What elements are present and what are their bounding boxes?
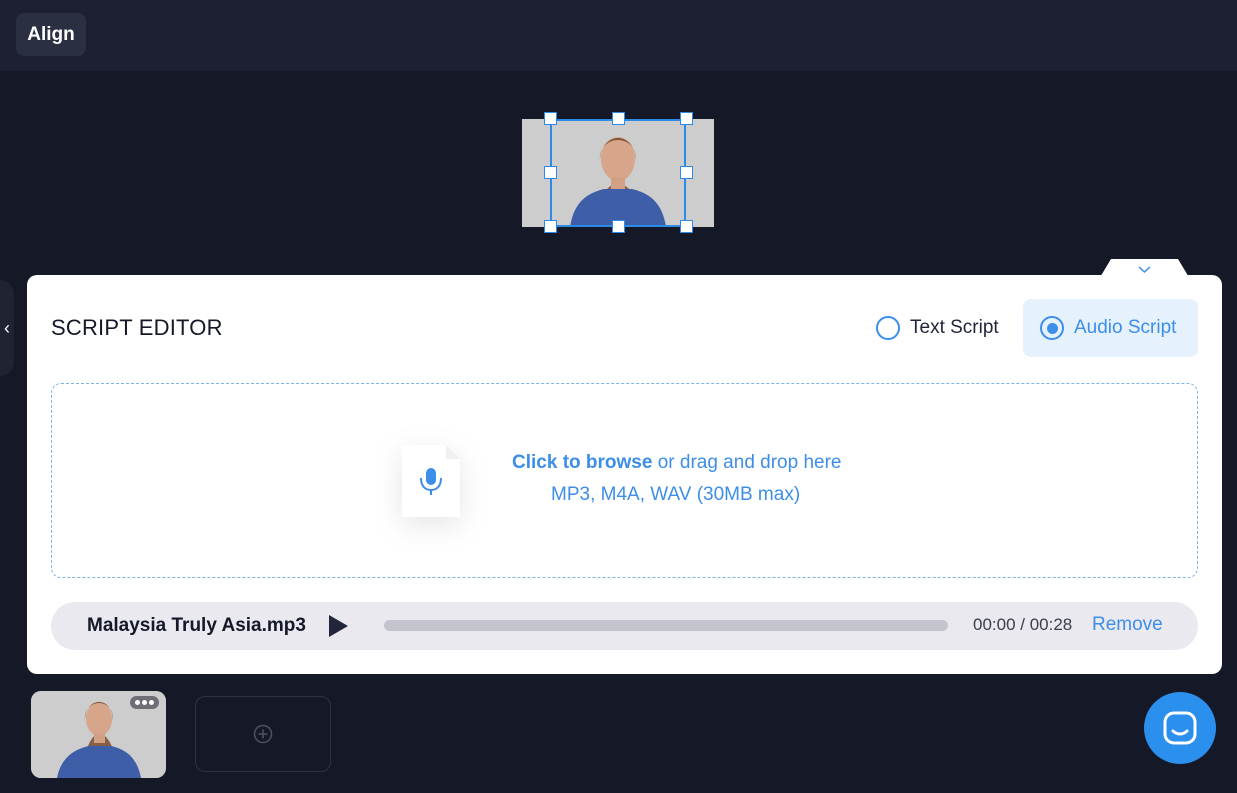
resize-handle-bottom[interactable]	[612, 220, 625, 233]
resize-handle-top-right[interactable]	[680, 112, 693, 125]
resize-handle-bottom-right[interactable]	[680, 220, 693, 233]
selection-box	[550, 119, 686, 227]
browse-link[interactable]: Click to browse	[512, 452, 652, 473]
chat-support-button[interactable]	[1144, 692, 1216, 764]
chevron-left-icon: ‹	[4, 317, 10, 338]
drag-drop-text: or drag and drop here	[652, 452, 842, 473]
supported-formats-text: MP3, M4A, WAV (30MB max)	[551, 484, 801, 505]
audio-filename: Malaysia Truly Asia.mp3	[87, 615, 306, 636]
audio-upload-dropzone[interactable]: Click to browse or drag and drop here MP…	[51, 383, 1198, 578]
audio-script-option[interactable]: Audio Script	[1023, 299, 1198, 357]
play-icon[interactable]	[327, 615, 349, 637]
microphone-icon	[402, 445, 460, 517]
align-button[interactable]: Align	[16, 13, 86, 56]
remove-audio-button[interactable]: Remove	[1092, 614, 1163, 636]
radio-unchecked-icon	[876, 316, 900, 340]
side-panel-toggle[interactable]: ‹	[0, 280, 14, 376]
script-editor-title: SCRIPT EDITOR	[51, 315, 223, 340]
audio-player: Malaysia Truly Asia.mp3 00:00 / 00:28 Re…	[51, 602, 1198, 650]
chat-icon	[1163, 711, 1197, 745]
radio-checked-icon	[1040, 316, 1064, 340]
text-script-option[interactable]: Text Script	[876, 299, 1026, 357]
resize-handle-left[interactable]	[544, 166, 557, 179]
add-slide-button[interactable]	[195, 696, 331, 772]
text-script-label: Text Script	[910, 317, 999, 338]
audio-progress-bar[interactable]	[384, 620, 948, 631]
resize-handle-right[interactable]	[680, 166, 693, 179]
top-toolbar: Align	[0, 0, 1237, 71]
audio-script-label: Audio Script	[1074, 317, 1177, 338]
script-editor-panel: SCRIPT EDITOR Text Script Audio Script C…	[27, 275, 1222, 674]
slide-options-menu[interactable]	[130, 696, 159, 709]
slide-thumbnail[interactable]	[31, 691, 166, 778]
resize-handle-bottom-left[interactable]	[544, 220, 557, 233]
resize-handle-top-left[interactable]	[544, 112, 557, 125]
resize-handle-top[interactable]	[612, 112, 625, 125]
dropzone-instructions: Click to browse or drag and drop here	[512, 452, 842, 474]
audio-time: 00:00 / 00:28	[973, 615, 1073, 634]
plus-circle-icon	[253, 724, 273, 744]
